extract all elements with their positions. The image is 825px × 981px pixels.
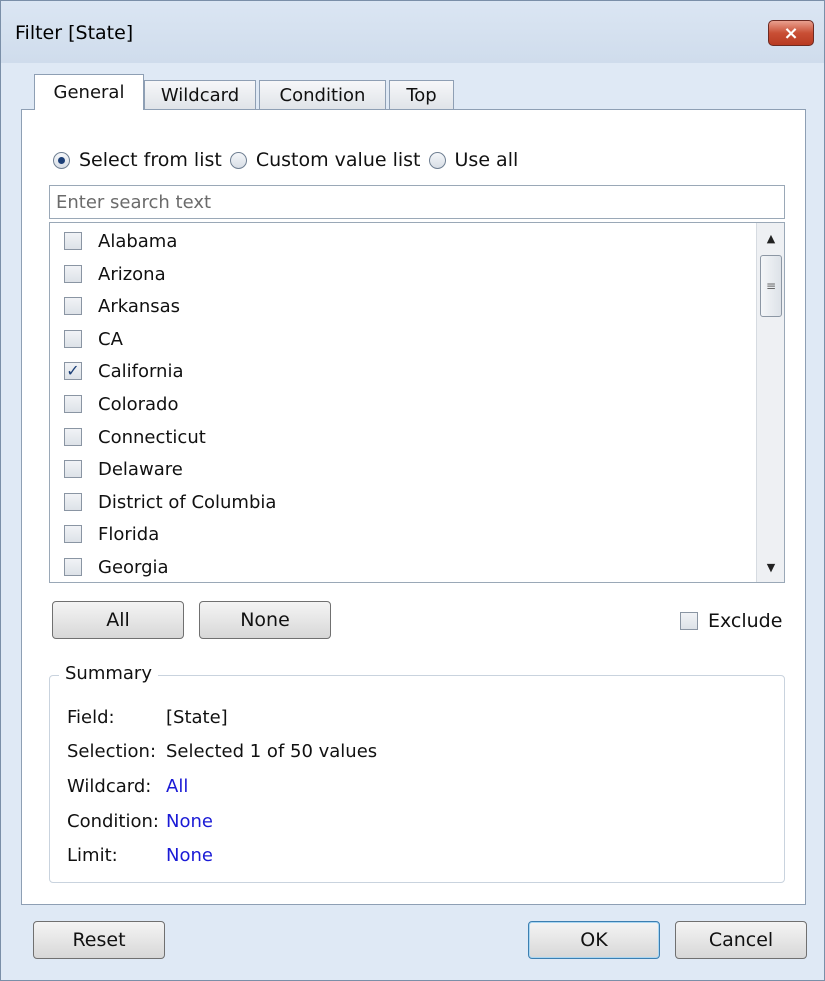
list-item[interactable]: Delaware [64, 454, 183, 484]
radio-label[interactable]: Custom value list [256, 149, 421, 171]
checkbox[interactable] [64, 395, 82, 413]
list-item[interactable]: CA [64, 324, 123, 354]
button-label: All [106, 609, 130, 631]
list-item-label: Arkansas [98, 295, 181, 317]
checkbox[interactable] [64, 297, 82, 315]
tab-label: Condition [279, 85, 366, 106]
scroll-thumb[interactable]: ≡ [760, 255, 782, 317]
list-item[interactable]: Alabama [64, 226, 177, 256]
summary-key: Limit: [67, 844, 118, 866]
list-item-label: Florida [98, 523, 160, 545]
exclude-label: Exclude [708, 610, 783, 632]
tab-wildcard[interactable]: Wildcard [144, 80, 256, 110]
tab-label: Wildcard [160, 85, 240, 106]
list-item[interactable]: Connecticut [64, 422, 206, 452]
close-icon: × [783, 22, 799, 44]
summary-key: Selection: [67, 740, 157, 762]
checkbox[interactable] [64, 428, 82, 446]
close-button[interactable]: × [768, 20, 814, 46]
list-item[interactable]: Arizona [64, 259, 166, 289]
radio-label[interactable]: Use all [455, 149, 519, 171]
checkmark-icon: ✓ [66, 361, 80, 380]
reset-button[interactable]: Reset [33, 921, 165, 959]
title-bar[interactable]: Filter [State] × [1, 1, 824, 63]
summary-value: All [166, 775, 189, 797]
list-item[interactable]: Georgia [64, 552, 169, 582]
list-item-label: CA [98, 328, 123, 350]
list-item-label: Colorado [98, 393, 179, 415]
list-item[interactable]: District of Columbia [64, 487, 276, 517]
summary-key: Condition: [67, 810, 159, 832]
dialog-title: Filter [State] [15, 22, 134, 44]
list-item-label: Georgia [98, 556, 169, 578]
summary-legend: Summary [59, 663, 158, 684]
list-item-label: Alabama [98, 230, 178, 252]
exclude-checkbox-group[interactable]: Exclude [680, 608, 782, 634]
button-label: Cancel [708, 929, 774, 951]
button-label: Reset [72, 929, 126, 951]
chevron-down-icon[interactable]: ▼ [757, 556, 784, 578]
list-item-label: California [98, 360, 184, 382]
list-item-label: Delaware [98, 458, 183, 480]
checkbox[interactable] [64, 493, 82, 511]
search-input[interactable] [49, 185, 785, 219]
exclude-checkbox[interactable] [680, 612, 698, 630]
mode-radio-group: Select from list Custom value list Use a… [53, 147, 526, 173]
summary-row-limit: Limit: None [67, 842, 213, 868]
tab-general[interactable]: General [34, 74, 144, 110]
chevron-up-icon[interactable]: ▲ [757, 227, 784, 249]
select-none-button[interactable]: None [199, 601, 331, 639]
summary-value: None [166, 844, 213, 866]
tab-label: Top [406, 85, 437, 106]
tab-label: General [53, 82, 125, 103]
list-item[interactable]: Colorado [64, 389, 178, 419]
summary-key: Field: [67, 706, 115, 728]
checkbox[interactable] [64, 460, 82, 478]
radio-custom-value-list[interactable] [229, 151, 247, 169]
tab-top[interactable]: Top [389, 80, 454, 110]
summary-row-selection: Selection: Selected 1 of 50 values [67, 738, 377, 764]
checkbox-checked[interactable]: ✓ [64, 362, 82, 380]
filter-dialog: Filter [State] × General Wildcard Condit… [0, 0, 825, 981]
summary-value: [State] [166, 706, 228, 728]
checkbox[interactable] [64, 232, 82, 250]
list-item[interactable]: ✓ California [64, 356, 183, 386]
checkbox[interactable] [64, 558, 82, 576]
list-item-label: Arizona [98, 263, 166, 285]
vertical-scrollbar[interactable]: ▲ ≡ ▼ [756, 223, 784, 582]
summary-row-condition: Condition: None [67, 808, 213, 834]
radio-use-all[interactable] [428, 151, 446, 169]
summary-row-wildcard: Wildcard: All [67, 773, 188, 799]
list-item[interactable]: Florida [64, 519, 159, 549]
value-list: Alabama Arizona Arkansas CA ✓ California… [49, 222, 785, 583]
radio-select-from-list[interactable] [53, 151, 70, 169]
checkbox[interactable] [64, 265, 82, 283]
summary-value: None [166, 810, 213, 832]
checkbox[interactable] [64, 330, 82, 348]
ok-button[interactable]: OK [528, 921, 660, 959]
button-label: None [240, 609, 290, 631]
checkbox[interactable] [64, 525, 82, 543]
summary-row-field: Field: [State] [67, 704, 228, 730]
cancel-button[interactable]: Cancel [675, 921, 807, 959]
list-item-label: District of Columbia [98, 491, 277, 513]
list-item[interactable]: Arkansas [64, 291, 180, 321]
button-label: OK [580, 929, 608, 951]
tab-condition[interactable]: Condition [259, 80, 386, 110]
summary-key: Wildcard: [67, 775, 152, 797]
list-item-label: Connecticut [98, 426, 206, 448]
select-all-button[interactable]: All [52, 601, 184, 639]
grip-icon: ≡ [765, 279, 777, 293]
radio-label[interactable]: Select from list [79, 149, 222, 171]
radio-selected-dot [58, 156, 65, 164]
summary-value: Selected 1 of 50 values [166, 740, 378, 762]
